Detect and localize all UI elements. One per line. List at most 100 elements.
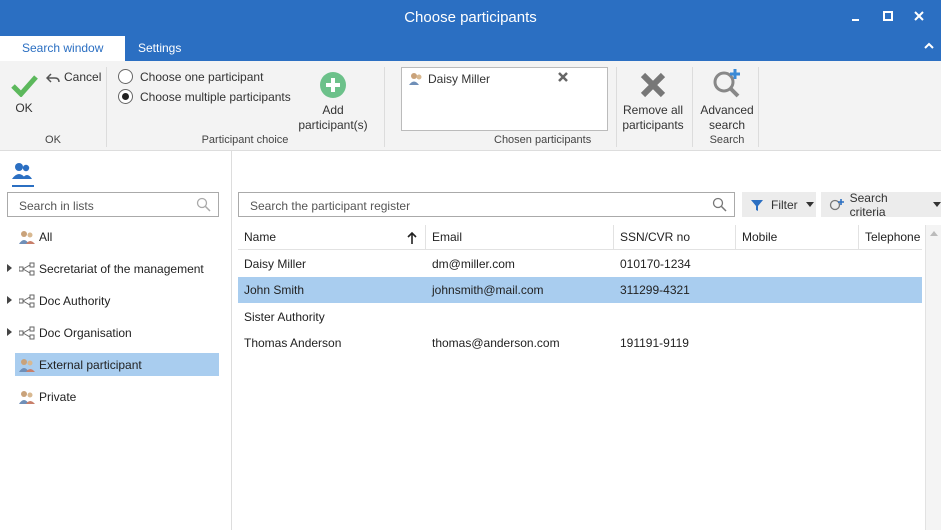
column-header-label: Name [244,230,277,244]
ribbon-separator [616,67,617,147]
tree-item-doc-authority[interactable]: Doc Authority [7,289,219,312]
maximize-icon[interactable] [880,8,896,24]
column-header-mobile[interactable]: Mobile [736,225,859,250]
cancel-label: Cancel [64,70,102,84]
people-icon [19,230,35,244]
add-circle-icon [320,72,346,98]
group-label-ok: OK [45,134,61,146]
network-icon [19,326,35,339]
expand-arrow-icon[interactable] [7,296,12,304]
ribbon-separator [106,67,107,147]
group-label-search: Search [709,134,745,146]
list-search-placeholder: Search in lists [19,199,94,213]
person-icon [409,73,422,85]
cancel-button[interactable]: Cancel [46,70,101,85]
cell-email: thomas@anderson.com [432,336,560,350]
chevron-down-icon [933,202,941,207]
search-criteria-label: Search criteria [849,190,888,219]
close-icon[interactable] [911,8,927,24]
network-icon [19,294,35,307]
participant-search-input[interactable]: Search the participant register [238,192,735,217]
filter-label: Filter [771,197,798,212]
list-panel: Search in lists All Secretariat of the m… [0,151,232,530]
tree-item-label: Private [39,389,77,404]
column-header-email[interactable]: Email [426,225,614,250]
search-criteria-button[interactable]: Search criteria [821,190,941,219]
chosen-participant-chip[interactable]: Daisy Miller [408,72,490,86]
title-bar: Choose participants [0,0,941,36]
column-header-ssn[interactable]: SSN/CVR no [614,225,736,250]
advanced-label-1: Advanced [700,103,754,117]
cell-ssn: 311299-4321 [620,283,690,297]
radio-choose-multiple[interactable]: Choose multiple participants [118,89,291,104]
table-row[interactable]: Daisy Miller dm@miller.com 010170-1234 [238,251,922,277]
tree-item-all[interactable]: All [15,225,219,248]
radio-choose-one[interactable]: Choose one participant [118,69,263,84]
cell-ssn: 010170-1234 [620,257,691,271]
tree-item-private[interactable]: Private [15,385,219,408]
add-label-1: Add [322,103,344,117]
table-row[interactable]: Sister Authority [238,304,922,330]
scroll-up-icon[interactable] [930,231,938,236]
chevron-down-icon [805,202,814,207]
tree-item-secretariat[interactable]: Secretariat of the management [7,257,219,280]
cell-name: Thomas Anderson [244,336,342,350]
sort-arrow-up-icon [407,231,417,244]
vertical-scrollbar[interactable] [925,225,941,530]
group-label-chosen-participants: Chosen participants [494,134,592,146]
table-row[interactable]: John Smith johnsmith@mail.com 311299-432… [238,277,922,303]
ribbon-separator [384,67,385,147]
search-icon [712,197,727,212]
remove-chosen-icon[interactable] [557,70,569,86]
advanced-search-button[interactable]: Advanced search [700,67,754,133]
cell-email [426,304,432,330]
column-header-name[interactable]: Name [238,225,426,250]
people-icon [19,358,35,372]
expand-arrow-icon[interactable] [7,264,12,272]
tab-people-lists[interactable] [12,161,34,187]
tree-item-label: Doc Organisation [39,325,132,340]
ribbon-tabs: Search window Settings [0,36,941,61]
list-search-input[interactable]: Search in lists [7,192,219,217]
ribbon-separator [758,67,759,147]
ribbon: OK Cancel OK Choose one participant Choo… [0,61,941,151]
window-title: Choose participants [404,9,537,26]
radio-one-label: Choose one participant [140,69,264,84]
tree-item-doc-organisation[interactable]: Doc Organisation [7,321,219,344]
cell-ssn: 191191-9119 [620,336,689,350]
people-icon [12,163,32,179]
remove-all-participants-button[interactable]: Remove all participants [620,71,686,133]
network-icon [19,262,35,275]
expand-arrow-icon[interactable] [7,328,12,336]
cell-email: johnsmith@mail.com [432,283,544,297]
filter-button[interactable]: Filter [742,192,816,217]
advanced-search-icon [713,69,740,98]
collapse-ribbon-icon[interactable] [923,40,935,55]
add-participants-button[interactable]: Add participant(s) [298,71,368,133]
tree-item-external-participant[interactable]: External participant [15,353,219,376]
people-icon [19,390,35,404]
radio-circle-selected [118,89,133,104]
undo-icon [46,72,60,83]
remove-all-label-1: Remove all [622,103,684,117]
ok-button[interactable]: OK [9,73,39,116]
search-icon [196,197,211,212]
cell-name: Daisy Miller [244,257,307,271]
search-criteria-icon [829,198,844,210]
table-row[interactable]: Thomas Anderson thomas@anderson.com 1911… [238,330,922,356]
tab-settings[interactable]: Settings [116,36,203,61]
cell-name: John Smith [244,283,305,297]
tab-search-window[interactable]: Search window [0,36,126,61]
tree-item-label: External participant [39,357,142,372]
tree-item-label: All [39,229,53,244]
table-header: Name Email SSN/CVR no Mobile Telephone [238,225,922,250]
add-label-2: participant(s) [298,118,368,132]
minimize-icon[interactable] [848,8,864,24]
checkmark-icon [11,75,38,98]
filter-icon [751,199,763,211]
column-header-telephone[interactable]: Telephone [859,225,922,250]
chosen-participants-box: Daisy Miller [401,67,608,131]
radio-multiple-label: Choose multiple participants [140,89,291,104]
chosen-participant-name: Daisy Miller [428,72,491,86]
tree-item-label: Doc Authority [39,293,111,308]
